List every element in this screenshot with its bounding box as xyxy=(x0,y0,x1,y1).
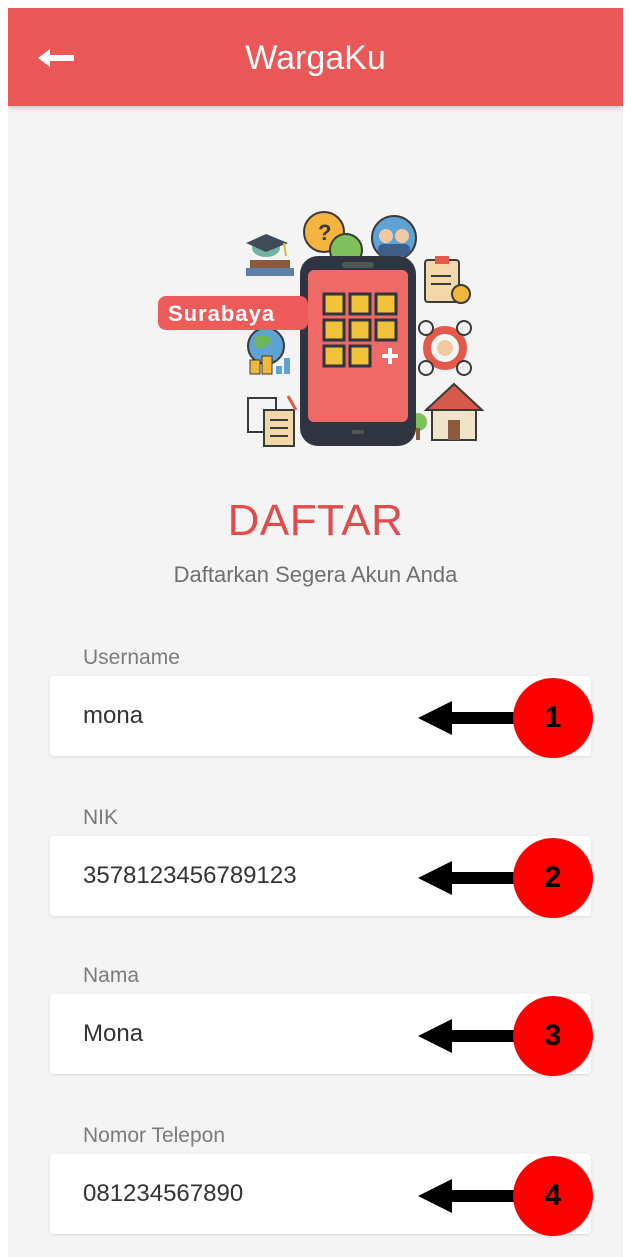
smartphone-icon xyxy=(300,256,416,446)
nik-label: NIK xyxy=(83,806,119,829)
annotation-arrow-left-icon xyxy=(418,701,518,735)
documents-icon xyxy=(247,395,298,447)
nama-input[interactable] xyxy=(83,1019,413,1049)
lifebuoy-support-icon xyxy=(418,320,472,376)
globe-finance-icon xyxy=(247,327,290,375)
annotation-marker-4: 4 xyxy=(513,1156,593,1236)
svg-text:?: ? xyxy=(318,220,331,245)
annotation-marker-3: 3 xyxy=(513,996,593,1076)
nomor-telepon-label: Nomor Telepon xyxy=(83,1124,226,1147)
username-label: Username xyxy=(83,646,180,669)
page-heading: DAFTAR xyxy=(227,496,404,545)
annotation-arrow-left-icon xyxy=(418,861,518,895)
city-label: Surabaya xyxy=(168,301,275,326)
register-screen: WargaKu ? Surabaya DAFTAR Daftarkan Sege… xyxy=(8,8,623,1257)
nik-input[interactable] xyxy=(83,861,413,891)
annotation-marker-2: 2 xyxy=(513,838,593,918)
page-subheading: Daftarkan Segera Akun Anda xyxy=(173,562,458,587)
clipboard-shield-icon xyxy=(424,256,471,304)
smartphone-city-services-illustration: ? Surabaya xyxy=(158,211,485,447)
house-icon xyxy=(409,382,485,441)
username-input[interactable] xyxy=(83,701,413,731)
annotation-arrow-left-icon xyxy=(418,1019,518,1053)
nomor-telepon-input[interactable] xyxy=(83,1179,413,1209)
app-bar: WargaKu xyxy=(8,8,623,106)
graduation-cap-icon xyxy=(246,234,294,276)
annotation-marker-1: 1 xyxy=(513,678,593,758)
annotation-arrow-left-icon xyxy=(418,1179,518,1213)
nama-label: Nama xyxy=(83,964,140,987)
community-people-icon xyxy=(371,215,417,261)
app-title: WargaKu xyxy=(245,39,386,77)
